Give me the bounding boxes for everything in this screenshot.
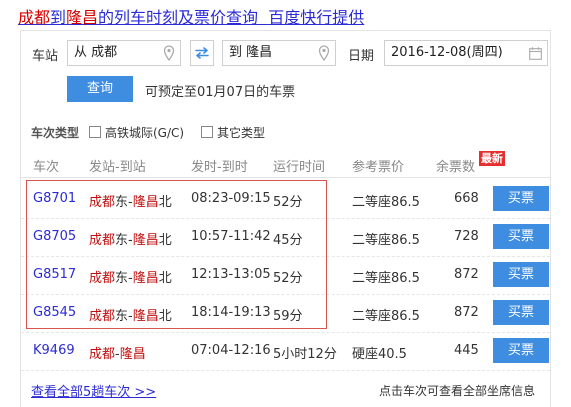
header-divider [21, 177, 550, 178]
tickets-left: 728 [454, 229, 479, 244]
title-provider: 百度快行提供 [268, 8, 365, 27]
footer-tip: 点击车次可查看全部坐席信息 [379, 384, 536, 398]
buy-ticket-button[interactable]: 买票 [493, 224, 549, 249]
to-station-input[interactable]: 到 隆昌 [222, 40, 336, 66]
buy-ticket-button[interactable]: 买票 [493, 338, 549, 363]
reference-price: 二等座86.5 [352, 309, 420, 324]
col-header-train-no: 车次 [33, 160, 60, 175]
date-input[interactable]: 2016-12-08(周四) [384, 40, 548, 66]
col-header-tickets-left: 余票数 [436, 160, 476, 175]
checkbox-highspeed[interactable] [89, 126, 101, 138]
duration: 5小时12分 [273, 347, 337, 362]
title-from: 成都 [18, 8, 51, 27]
tickets-left: 872 [454, 305, 479, 320]
calendar-icon [529, 47, 542, 60]
highlight-annotation-box [26, 180, 327, 329]
title-to-word: 到 [50, 8, 67, 27]
buy-ticket-button[interactable]: 买票 [493, 262, 549, 287]
page-title[interactable]: 成都到隆昌的列车时刻及票价查询 百度快行提供 [18, 4, 364, 28]
train-type-label: 车次类型 [31, 126, 80, 140]
reference-price: 二等座86.5 [352, 195, 420, 210]
title-rest: 的列车时刻及票价查询 [98, 8, 259, 27]
from-station-input[interactable]: 从 成都 [67, 40, 181, 66]
title-to: 隆昌 [66, 8, 99, 27]
depart-arrive-time: 07:04-12:16 [191, 343, 271, 358]
col-header-stations: 发站-到站 [89, 160, 146, 175]
tickets-left: 668 [454, 191, 479, 206]
checkbox-highspeed-label[interactable]: 高铁城际(G/C) [105, 124, 184, 141]
reference-price: 二等座86.5 [352, 233, 420, 248]
query-button[interactable]: 查询 [67, 76, 133, 102]
swap-arrows-icon [195, 47, 209, 59]
swap-stations-button[interactable] [190, 40, 214, 66]
to-station-value: 到 隆昌 [229, 45, 273, 60]
view-all-trains-link[interactable]: 查看全部5趟车次 >> [31, 381, 156, 400]
reference-price: 硬座40.5 [352, 347, 407, 362]
from-station-value: 从 成都 [74, 45, 118, 60]
checkbox-other[interactable] [201, 126, 213, 138]
tickets-left: 872 [454, 267, 479, 282]
table-row: K9469 成都-隆昌 07:04-12:16 5小时12分 硬座40.5 44… [20, 332, 551, 370]
location-pin-icon [163, 45, 175, 61]
train-number-link[interactable]: K9469 [33, 343, 75, 358]
reference-price: 二等座86.5 [352, 271, 420, 286]
col-header-price: 参考票价 [352, 160, 405, 175]
station-label: 车站 [32, 49, 59, 64]
row-divider [21, 370, 550, 371]
checkbox-other-label[interactable]: 其它类型 [217, 124, 265, 141]
buy-ticket-button[interactable]: 买票 [493, 186, 549, 211]
location-pin-icon [318, 45, 330, 61]
buy-ticket-button[interactable]: 买票 [493, 300, 549, 325]
col-header-times: 发时-到时 [191, 160, 248, 175]
col-header-duration: 运行时间 [273, 160, 326, 175]
date-value: 2016-12-08(周四) [391, 45, 503, 60]
station-pair: 成都-隆昌 [89, 347, 146, 362]
tickets-left: 445 [454, 343, 479, 358]
new-badge: 最新 [479, 151, 505, 166]
date-label: 日期 [348, 49, 375, 64]
presale-note: 可预定至01月07日的车票 [145, 85, 296, 100]
